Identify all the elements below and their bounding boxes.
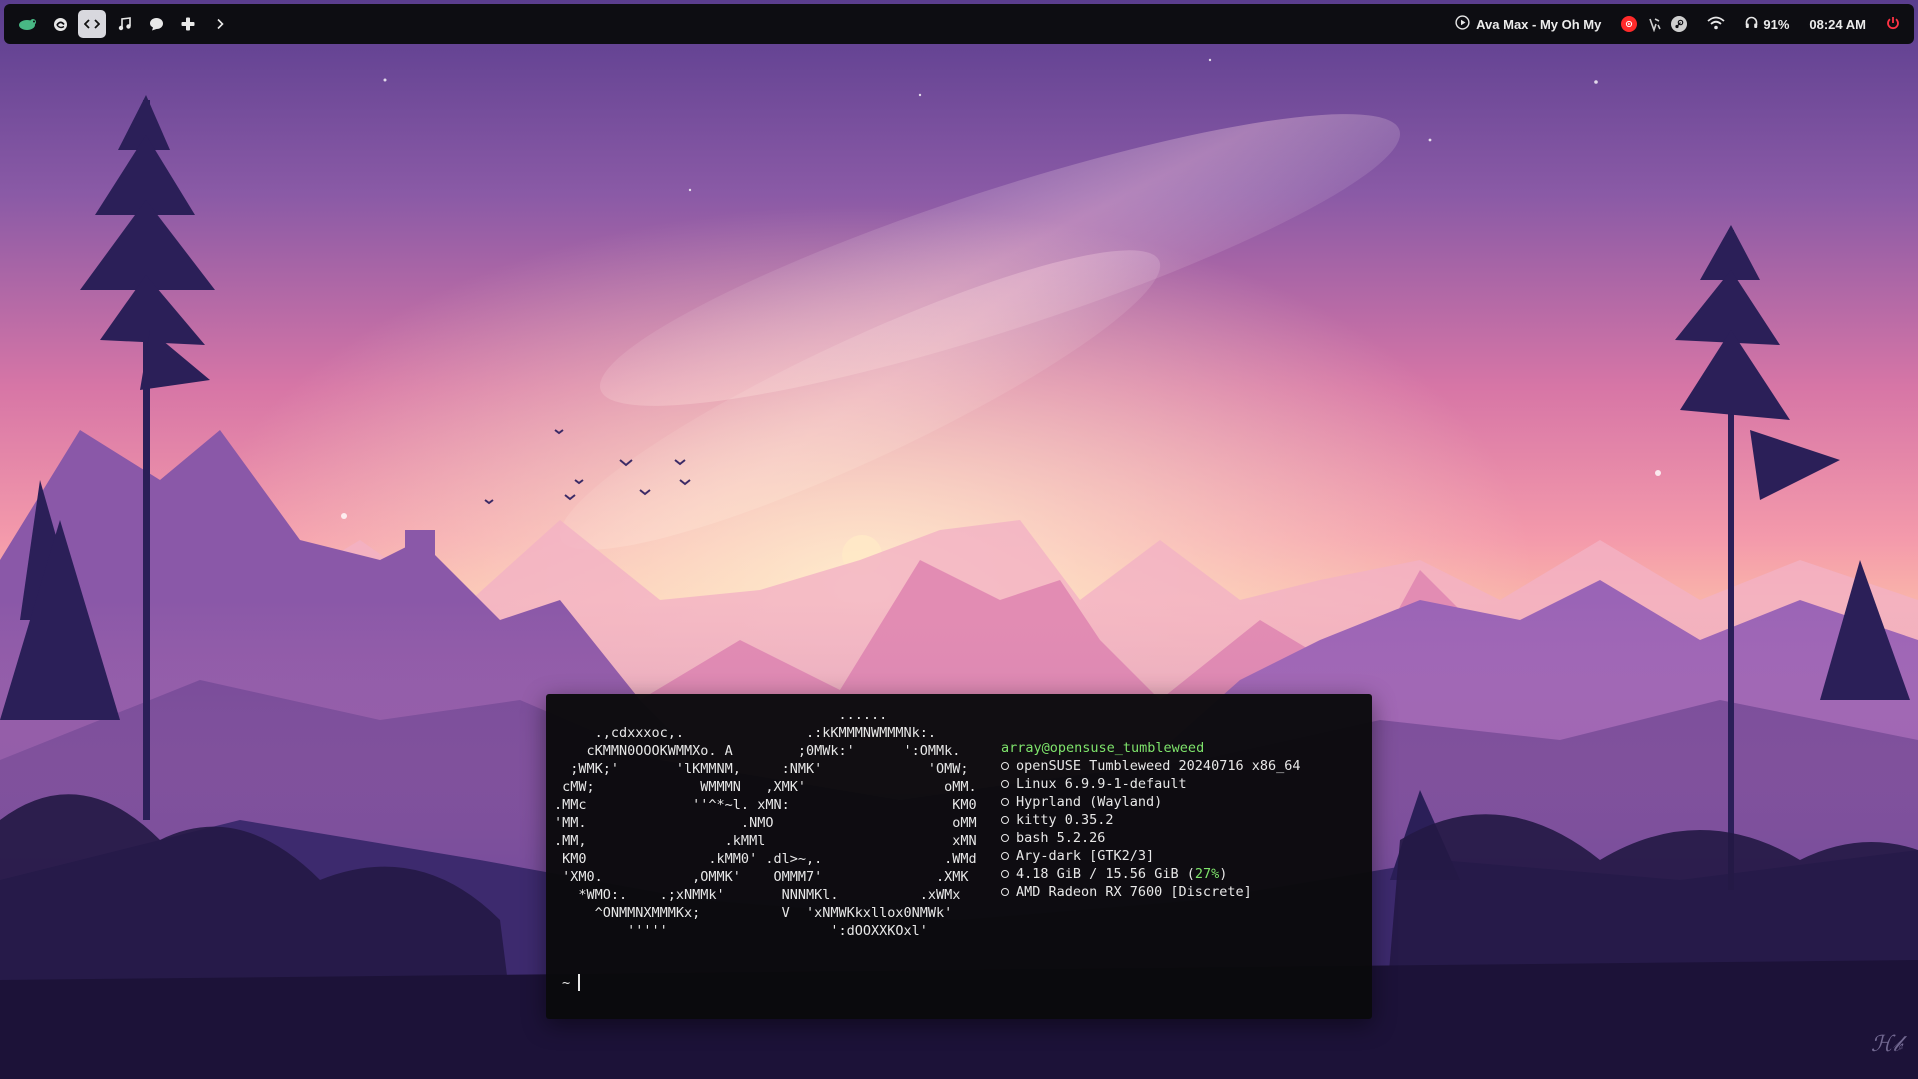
info-os: openSUSE Tumbleweed 20240716 x86_64 (1001, 757, 1300, 775)
ascii-line: ...... (554, 707, 888, 723)
fastfetch-ascii-logo: ...... .,cdxxxoc,. .:kKMMMNWMMMNk:. cKMM… (554, 706, 977, 940)
system-tray (1621, 16, 1688, 32)
ascii-line: .,cdxxxoc,. .:kKMMMNWMMMNk:. (554, 725, 937, 741)
text-cursor (578, 974, 581, 991)
ascii-line: ^ONMMNXMMMKx; V 'xNMWKkxllox0NMWk' (554, 905, 953, 921)
ascii-line: .MM, .kMMl xMN (554, 833, 977, 849)
ascii-line: cMW; WMMMN ,XMK' oMM. (554, 779, 977, 795)
memory-used: 4.18 GiB (1016, 866, 1082, 882)
clock[interactable]: 08:24 AM (1809, 17, 1866, 32)
memory-percent: 27% (1194, 866, 1220, 882)
power-icon[interactable] (1886, 16, 1900, 33)
info-theme: Ary-dark [GTK2/3] (1001, 847, 1300, 865)
youtube-music-icon[interactable] (1621, 16, 1638, 32)
ascii-line: cKMMN0OOOKWMMXo. A ;0MWk:' ':OMMk. (554, 743, 961, 759)
vesktop-icon[interactable] (1646, 16, 1662, 32)
now-playing-title: Ava Max - My Oh My (1476, 16, 1602, 32)
ascii-line: 'XM0. ,OMMK' OMMM7' .XMK (554, 869, 969, 885)
browser-icon[interactable] (46, 10, 74, 38)
ascii-line: 'MM. .NMO oMM (554, 815, 977, 831)
code-icon[interactable] (78, 10, 106, 38)
top-bar: Ava Max - My Oh My 91% 08:24 AM (4, 4, 1914, 44)
ascii-line: .MMc ''^*~l. xMN: KM0 (554, 797, 977, 813)
bullet-icon (1001, 816, 1009, 824)
play-circle-icon[interactable] (1455, 15, 1470, 33)
game-controller-icon[interactable] (174, 10, 202, 38)
info-gpu: AMD Radeon RX 7600 [Discrete] (1001, 883, 1300, 901)
memory-total: 15.56 GiB (1105, 866, 1179, 882)
audio-widget[interactable]: 91% (1745, 16, 1789, 32)
ascii-line: *WMO:. .;xNMMk' NNNMKl. .xWMx (554, 887, 961, 903)
info-terminal: kitty 0.35.2 (1001, 811, 1300, 829)
music-note-icon[interactable] (110, 10, 138, 38)
ascii-line: KM0 .kMM0' .dl>~,. .WMd (554, 851, 977, 867)
chat-bubble-icon[interactable] (142, 10, 170, 38)
info-memory: 4.18 GiB / 15.56 GiB (27%) (1001, 865, 1300, 883)
artist-signature: ℋ𝒷 (1870, 1032, 1902, 1057)
workspace-switcher (14, 10, 234, 38)
opensuse-gecko-icon[interactable] (14, 10, 42, 38)
wifi-icon[interactable] (1707, 16, 1725, 33)
shell-prompt[interactable]: ~ (562, 974, 581, 991)
info-shell: bash 5.2.26 (1001, 829, 1300, 847)
bullet-icon (1001, 834, 1009, 842)
bullet-icon (1001, 870, 1009, 878)
system-info: array@opensuse_tumbleweed openSUSE Tumbl… (1001, 739, 1300, 901)
bullet-icon (1001, 798, 1009, 806)
prompt-symbol: ~ (562, 974, 571, 991)
bullet-icon (1001, 852, 1009, 860)
ascii-line: ''''' ':dOOXXKOxl' (554, 923, 928, 939)
ascii-line: ;WMK;' 'lKMMNM, :NMK' 'OMW; (554, 761, 969, 777)
volume-level: 91% (1763, 16, 1790, 32)
bullet-icon (1001, 762, 1009, 770)
headphones-icon (1745, 16, 1758, 32)
kitty-terminal-window[interactable]: ...... .,cdxxxoc,. .:kKMMMNWMMMNk:. cKMM… (546, 694, 1372, 1019)
bullet-icon (1001, 780, 1009, 788)
steam-icon[interactable] (1671, 16, 1688, 32)
info-kernel: Linux 6.9.9-1-default (1001, 775, 1300, 793)
media-player-widget[interactable]: Ava Max - My Oh My (1455, 15, 1601, 33)
info-wm: Hyprland (Wayland) (1001, 793, 1300, 811)
bullet-icon (1001, 888, 1009, 896)
chevron-right-icon[interactable] (206, 10, 234, 38)
user-host: array@opensuse_tumbleweed (1001, 740, 1205, 756)
